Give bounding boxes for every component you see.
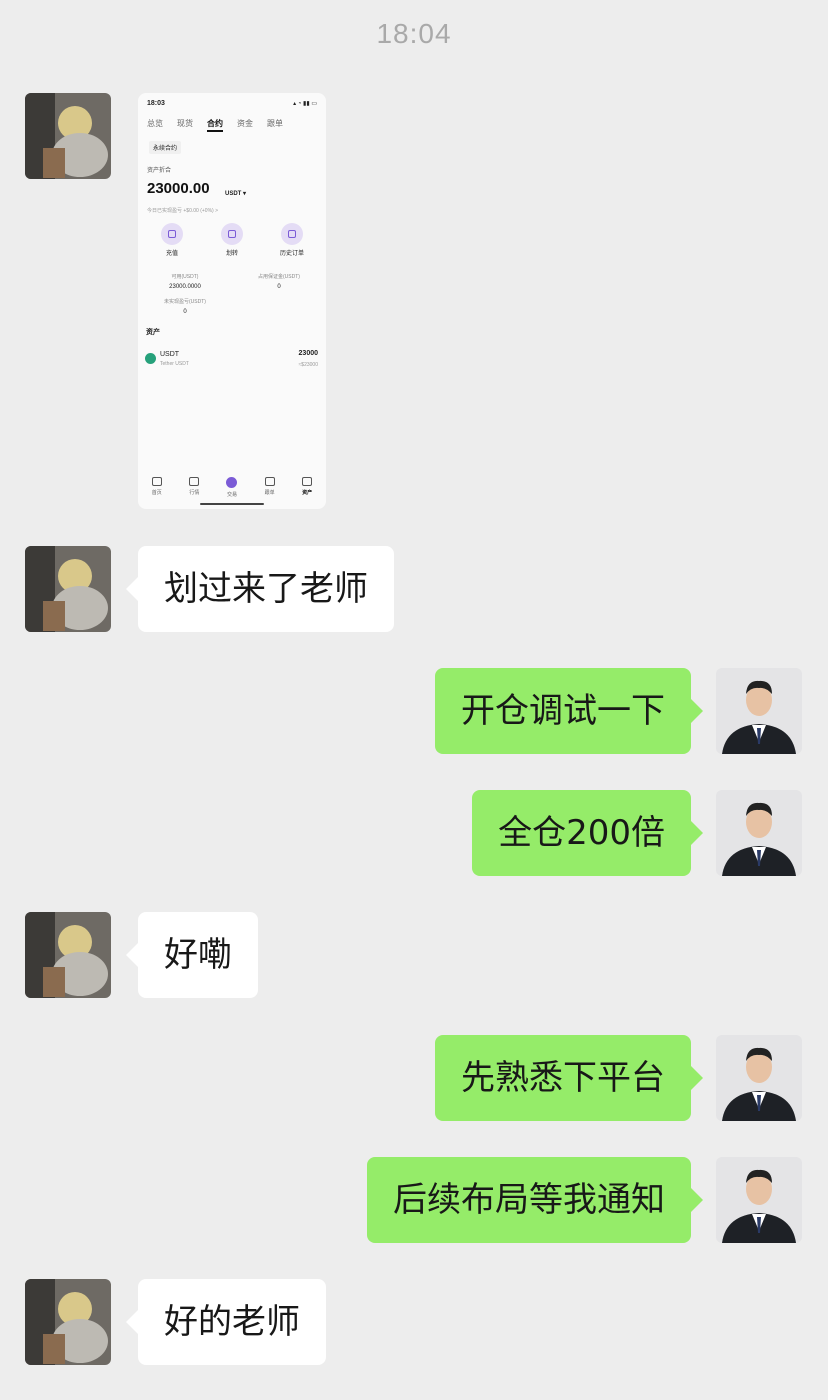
user-avatar[interactable]	[25, 546, 111, 632]
asset-subtitle: Tether USDT	[160, 361, 189, 367]
home-icon	[151, 477, 162, 486]
transfer-icon	[221, 223, 243, 245]
asset-name: USDT	[160, 351, 180, 358]
tether-icon	[145, 353, 156, 364]
tab-spot: 现货	[177, 119, 193, 128]
message-bubble-received[interactable]: 划过来了老师	[126, 546, 394, 632]
bottom-nav: 首页 行情 交易 跟单 资产	[138, 477, 326, 498]
market-icon	[189, 477, 200, 486]
asset-amount: 23000	[298, 350, 318, 357]
copy-icon	[264, 477, 275, 486]
equity-unit: USDT ▾	[225, 191, 247, 197]
tab-copy: 跟单	[267, 119, 283, 128]
teacher-avatar[interactable]	[716, 1157, 802, 1243]
message-bubble-sent[interactable]: 开仓调试一下	[435, 668, 703, 754]
transfer-action: 划转	[212, 223, 252, 257]
tab-funding: 资金	[237, 119, 253, 128]
pnl-text: 今日已实现盈亏 +$0.00 (+0%) >	[147, 208, 218, 214]
equity-label: 资产折合	[147, 168, 172, 174]
message-bubble-received[interactable]: 好嘞	[126, 912, 258, 998]
available-stat: 可用(USDT) 23000.0000	[169, 274, 201, 290]
nav-home: 首页	[142, 477, 172, 498]
tab-futures: 合约	[207, 118, 223, 132]
teacher-avatar[interactable]	[716, 668, 802, 754]
deposit-icon	[161, 223, 183, 245]
segment-perpetual: 永续合约	[149, 141, 182, 154]
message-bubble-sent[interactable]: 后续布局等我通知	[367, 1157, 703, 1243]
asset-usd-value: ≈$23000	[298, 362, 318, 368]
deposit-action: 充值	[152, 223, 192, 257]
shared-screenshot-image[interactable]: 18:03 ▴ ◔ ▮▮ ▭ 总览 现货 合约 资金 跟单 永续合约 资产折合 …	[138, 93, 326, 509]
assets-icon	[302, 477, 313, 486]
message-bubble-received[interactable]: 好的老师	[126, 1279, 326, 1365]
nav-assets: 资产	[292, 477, 322, 498]
equity-value: 23000.00	[147, 180, 210, 197]
unrealized-stat: 未实现盈亏(USDT) 0	[164, 299, 206, 315]
tab-overview: 总览	[147, 119, 163, 128]
exchange-tabs: 总览 现货 合约 资金 跟单	[147, 118, 319, 132]
nav-trade: 交易	[217, 477, 247, 498]
nav-copy: 跟单	[255, 477, 285, 498]
chat-timestamp: 18:04	[376, 18, 452, 49]
history-icon	[281, 223, 303, 245]
user-avatar[interactable]	[25, 93, 111, 179]
user-avatar[interactable]	[25, 912, 111, 998]
teacher-avatar[interactable]	[716, 790, 802, 876]
home-indicator	[200, 503, 264, 505]
message-bubble-sent[interactable]: 全仓200倍	[472, 790, 703, 876]
user-avatar[interactable]	[25, 1279, 111, 1365]
message-bubble-sent[interactable]: 先熟悉下平台	[435, 1035, 703, 1121]
status-time: 18:03	[147, 100, 165, 107]
margin-stat: 占用保证金(USDT) 0	[258, 274, 300, 290]
assets-section-title: 资产	[146, 329, 160, 336]
nav-market: 行情	[179, 477, 209, 498]
status-icons: ▴ ◔ ▮▮ ▭	[293, 101, 317, 107]
history-action: 历史订单	[272, 223, 312, 257]
trade-icon	[226, 477, 238, 488]
teacher-avatar[interactable]	[716, 1035, 802, 1121]
